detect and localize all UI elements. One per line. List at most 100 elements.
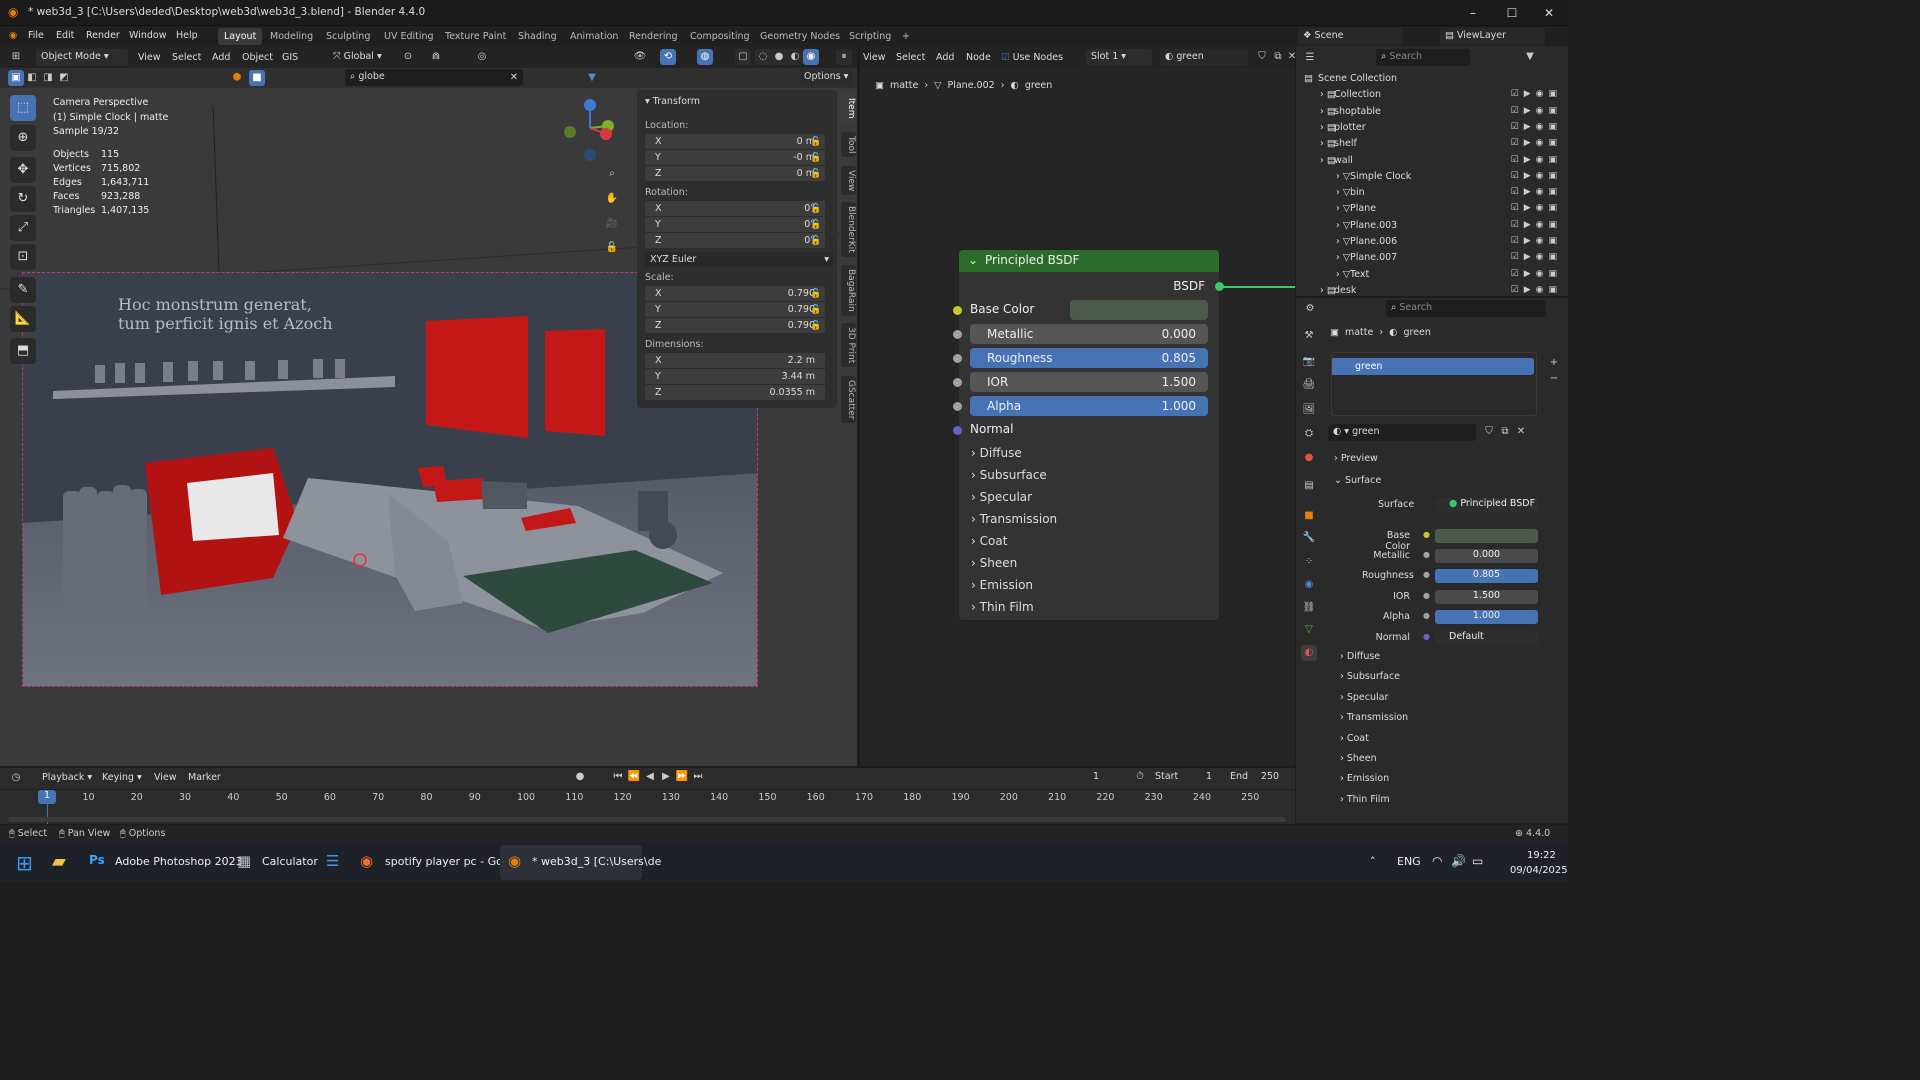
visibility-toggles-icon[interactable]: ☑▶◉▣	[1511, 106, 1562, 116]
world-tab-icon[interactable]: ●	[1301, 450, 1317, 466]
property-field[interactable]: 0.000	[1435, 549, 1538, 563]
ior-field[interactable]: IOR 1.500	[970, 372, 1208, 392]
outliner-item-icon[interactable]: › ▽	[1336, 220, 1350, 231]
outliner-item-icon[interactable]: › ▽	[1336, 236, 1350, 247]
menu-render[interactable]: Render	[86, 30, 120, 41]
dimensions-x-field[interactable]: X 2.2 m	[645, 353, 825, 368]
tab-modeling[interactable]: Modeling	[264, 28, 319, 45]
outliner-row[interactable]: › ▤ desk ☑▶◉▣	[1296, 283, 1568, 299]
maximize-button[interactable]: ☐	[1497, 4, 1527, 22]
dimensions-y-field[interactable]: Y 3.44 m	[645, 369, 825, 384]
tab-view[interactable]: View	[841, 166, 856, 196]
taskbar-calculator[interactable]: Calculator	[262, 855, 318, 868]
blender-menu-icon[interactable]: ◉	[9, 30, 17, 41]
outliner-item-icon[interactable]: › ▽	[1336, 171, 1350, 182]
property-panel-header[interactable]: › Thin Film	[1340, 794, 1390, 805]
node-menu-add[interactable]: Add	[936, 52, 954, 63]
blender-taskbar-icon[interactable]: ◉	[508, 852, 521, 870]
menu-file[interactable]: File	[28, 30, 44, 41]
visibility-toggles-icon[interactable]: ☑▶◉▣	[1511, 187, 1562, 197]
visibility-toggles-icon[interactable]: ☑▶◉▣	[1511, 122, 1562, 132]
timeline[interactable]: ◷ Playback ▾ Keying ▾ View Marker ● ⏮ ⏪ …	[0, 768, 1295, 824]
select-mode-subtract-icon[interactable]: ◨	[40, 70, 56, 86]
cursor-tool-icon[interactable]: ⊕	[10, 125, 36, 151]
tab-compositing[interactable]: Compositing	[684, 28, 756, 45]
scene-tab-icon[interactable]: ⛭	[1301, 426, 1317, 442]
scale-tool-icon[interactable]: ⤢	[10, 215, 36, 241]
language-indicator[interactable]: ENG	[1397, 855, 1421, 868]
outliner-row[interactable]: › ▤ wall ☑▶◉▣	[1296, 153, 1568, 169]
timeline-menu-keying[interactable]: Keying ▾	[102, 772, 142, 783]
socket-dot-icon[interactable]: ●	[1423, 632, 1430, 641]
outliner-row[interactable]: › ▽ Plane.006 ☑▶◉▣	[1296, 234, 1568, 250]
pan-hand-icon[interactable]: ✋	[604, 191, 620, 207]
pause-render-icon[interactable]: ⏸	[836, 49, 852, 65]
xray-icon[interactable]: ▢	[735, 49, 751, 65]
property-panel-header[interactable]: › Sheen	[1340, 753, 1377, 764]
photoshop-icon[interactable]: Ps	[89, 853, 105, 867]
rotation-mode-select[interactable]: XYZ Euler ▾	[645, 252, 833, 267]
surface-shader-field[interactable]: ● Principled BSDF	[1435, 498, 1538, 512]
duplicate-icon[interactable]: ⧉	[1497, 424, 1513, 440]
editor-type-icon[interactable]: ⊞	[8, 49, 24, 65]
outliner-row[interactable]: › ▤ shoptable ☑▶◉▣	[1296, 104, 1568, 120]
prev-keyframe-icon[interactable]: ⏪	[626, 769, 642, 785]
scale-x-field[interactable]: X 0.790	[645, 286, 825, 301]
shading-solid-icon[interactable]: ●	[771, 49, 787, 65]
outliner-editor-icon[interactable]: ☰	[1302, 50, 1318, 66]
viewport-menu-view[interactable]: View	[138, 52, 161, 63]
property-panel-header[interactable]: › Diffuse	[1340, 651, 1380, 662]
transform-tool-icon[interactable]: ⊡	[10, 244, 36, 270]
visibility-toggles-icon[interactable]: ☑▶◉▣	[1511, 155, 1562, 165]
viewport-menu-add[interactable]: Add	[212, 52, 230, 63]
filter-icon[interactable]: ▼	[584, 70, 600, 86]
outliner-row[interactable]: › ▽ bin ☑▶◉▣	[1296, 185, 1568, 201]
outliner-item-icon[interactable]: › ▽	[1336, 203, 1350, 214]
property-field[interactable]: 1.000	[1435, 610, 1538, 624]
socket-dot-icon[interactable]: ●	[1423, 611, 1430, 620]
node-menu-node[interactable]: Node	[966, 52, 991, 63]
property-field[interactable]: 0.805	[1435, 569, 1538, 583]
unlink-icon[interactable]: ✕	[1513, 424, 1529, 440]
particles-tab-icon[interactable]: ⁘	[1301, 554, 1317, 570]
socket-dot-icon[interactable]: ●	[1423, 570, 1430, 579]
visibility-icon[interactable]: 👁	[632, 49, 648, 65]
panel-sheen[interactable]: › Sheen	[971, 556, 1017, 570]
property-field[interactable]	[1435, 529, 1538, 543]
lock-icon[interactable]: 🔓	[810, 137, 821, 147]
timeline-menu-marker[interactable]: Marker	[188, 772, 221, 783]
visibility-toggles-icon[interactable]: ☑▶◉▣	[1511, 269, 1562, 279]
viewport-menu-select[interactable]: Select	[172, 52, 201, 63]
jump-start-icon[interactable]: ⏮	[610, 769, 626, 785]
visibility-toggles-icon[interactable]: ☑▶◉▣	[1511, 203, 1562, 213]
close-button[interactable]: ✕	[1534, 4, 1564, 22]
view-layer-tab-icon[interactable]: 🖼	[1301, 402, 1317, 418]
file-explorer-icon[interactable]: ▰	[52, 851, 66, 872]
ior-socket[interactable]	[953, 378, 962, 387]
properties-search-input[interactable]: ⌕ Search	[1386, 300, 1546, 317]
windows-start-icon[interactable]: ⊞	[16, 851, 33, 875]
outliner-row[interactable]: › ▽ Text ☑▶◉▣	[1296, 267, 1568, 283]
alpha-socket[interactable]	[953, 402, 962, 411]
outliner-row[interactable]: › ▤ plotter ☑▶◉▣	[1296, 120, 1568, 136]
roughness-socket[interactable]	[953, 354, 962, 363]
node-header[interactable]: ⌄ Principled BSDF	[959, 250, 1219, 272]
minimize-button[interactable]: –	[1458, 4, 1488, 22]
principled-bsdf-node[interactable]: ⌄ Principled BSDF BSDF Base Color Metalli…	[958, 249, 1220, 621]
lock-icon[interactable]: 🔓	[810, 321, 821, 331]
lock-camera-icon[interactable]: 🔓	[604, 240, 620, 256]
firefox-icon[interactable]: ◉	[360, 852, 373, 870]
preview-panel[interactable]: › Preview	[1334, 453, 1378, 464]
rotation-y-field[interactable]: Y 0°	[645, 217, 825, 232]
orientation-selector[interactable]: ⤧ Global ▾	[328, 49, 390, 66]
tab-sculpting[interactable]: Sculpting	[320, 28, 376, 45]
wifi-icon[interactable]: ◠	[1432, 854, 1442, 868]
panel-specular[interactable]: › Specular	[971, 490, 1032, 504]
lock-icon[interactable]: 🔓	[810, 289, 821, 299]
lock-icon[interactable]: 🔓	[810, 220, 821, 230]
tab-geometry-nodes[interactable]: Geometry Nodes	[754, 28, 846, 45]
property-panel-header[interactable]: › Specular	[1340, 692, 1388, 703]
current-frame-field[interactable]: 1	[1066, 769, 1126, 786]
outliner-row[interactable]: › ▽ Plane ☑▶◉▣	[1296, 201, 1568, 217]
move-tool-icon[interactable]: ✥	[10, 157, 36, 183]
